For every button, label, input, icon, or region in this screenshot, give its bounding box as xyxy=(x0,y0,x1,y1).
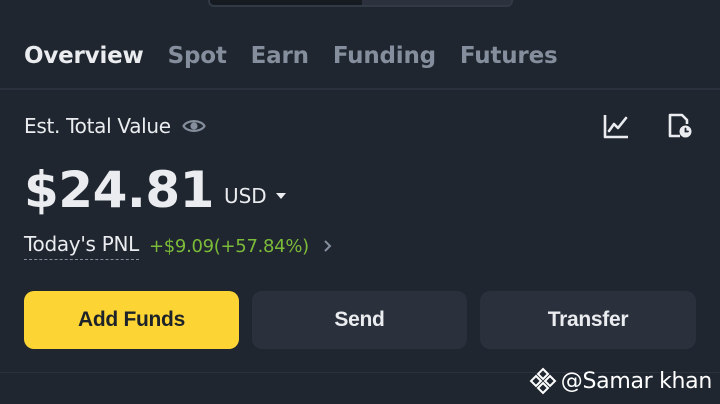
eye-icon[interactable] xyxy=(181,116,207,136)
est-total-value-label: Est. Total Value xyxy=(24,114,171,138)
tab-overview[interactable]: Overview xyxy=(24,43,144,69)
balance-row: $24.81 USD xyxy=(24,158,287,218)
todays-pnl-row[interactable]: Today's PNL +$9.09(+57.84%) xyxy=(24,230,335,262)
currency-selector[interactable]: USD xyxy=(224,184,287,218)
tab-funding[interactable]: Funding xyxy=(333,43,436,69)
watermark: @Samar khan xyxy=(529,364,712,398)
top-segment-control[interactable] xyxy=(208,0,513,7)
wallet-tabs: Overview Spot Earn Funding Futures xyxy=(24,38,558,74)
caret-down-icon xyxy=(275,190,287,202)
watermark-text: @Samar khan xyxy=(560,368,713,394)
est-total-value-row: Est. Total Value xyxy=(24,112,207,140)
add-funds-button[interactable]: Add Funds xyxy=(24,291,239,349)
segment-option-left[interactable] xyxy=(210,0,362,5)
tab-futures[interactable]: Futures xyxy=(460,43,558,69)
total-balance-amount: $24.81 xyxy=(24,161,214,219)
tab-spot[interactable]: Spot xyxy=(168,43,227,69)
send-button[interactable]: Send xyxy=(252,291,467,349)
currency-label: USD xyxy=(223,184,267,208)
chevron-right-icon[interactable] xyxy=(323,239,335,253)
todays-pnl-label[interactable]: Today's PNL xyxy=(24,232,139,260)
line-chart-icon[interactable] xyxy=(602,112,630,140)
todays-pnl-value: +$9.09(+57.84%) xyxy=(148,235,309,257)
segment-option-right[interactable] xyxy=(362,0,511,5)
tabs-divider xyxy=(0,88,720,90)
history-icon[interactable] xyxy=(666,112,694,140)
tab-earn[interactable]: Earn xyxy=(251,43,309,69)
binance-logo-icon xyxy=(529,367,557,395)
transfer-button[interactable]: Transfer xyxy=(480,291,696,349)
